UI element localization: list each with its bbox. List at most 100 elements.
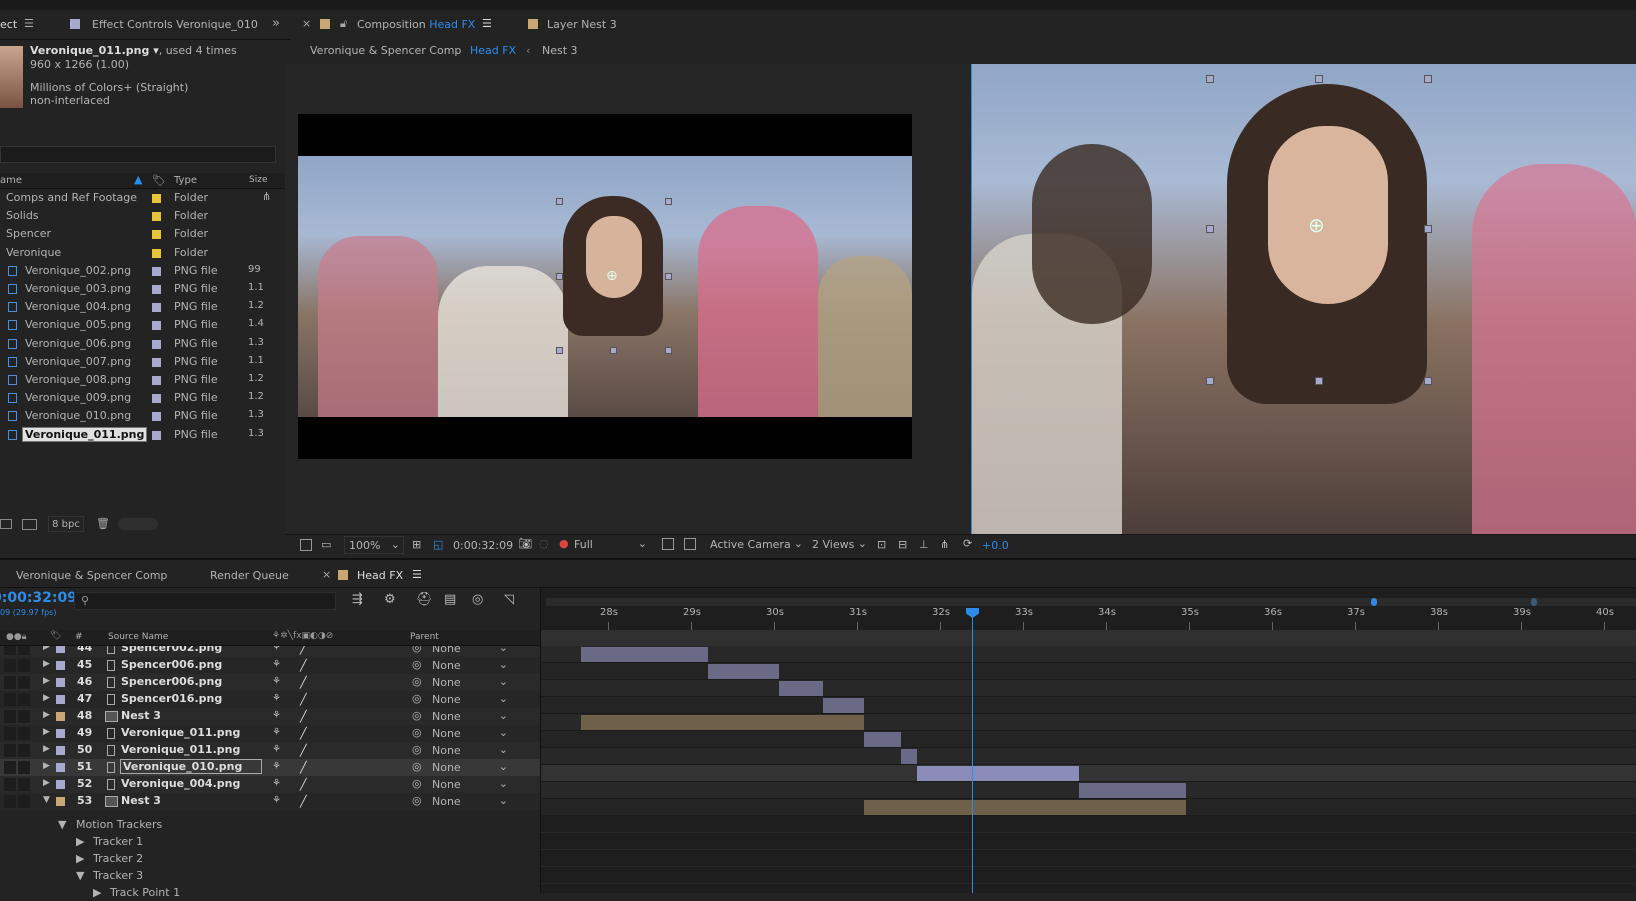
twirl-open-icon[interactable]: ▼ bbox=[76, 869, 84, 882]
label-swatch-icon[interactable] bbox=[56, 780, 65, 789]
layer-duration-bar[interactable] bbox=[864, 732, 901, 747]
pick-whip-icon[interactable]: ◎ bbox=[412, 794, 422, 807]
viewer-timecode[interactable]: 0:00:32:09 bbox=[453, 539, 513, 552]
transform-handle[interactable] bbox=[556, 198, 563, 205]
project-item[interactable]: Spencer Folder bbox=[0, 225, 285, 243]
label-swatch-icon[interactable] bbox=[152, 321, 161, 331]
comp-mini-flowchart-icon[interactable]: ⇶ bbox=[352, 592, 363, 607]
label-swatch-icon[interactable] bbox=[152, 412, 161, 422]
frame-blending-icon[interactable]: ▤ bbox=[444, 592, 456, 607]
shy-icon[interactable]: ⚘ bbox=[272, 761, 281, 772]
visibility-toggle[interactable] bbox=[4, 744, 16, 757]
work-area-bar[interactable] bbox=[541, 630, 1636, 646]
property-row[interactable]: ▶ Track Point 1 bbox=[0, 884, 540, 901]
pick-whip-icon[interactable]: ◎ bbox=[412, 709, 422, 722]
pick-whip-icon[interactable]: ◎ bbox=[412, 743, 422, 756]
left-view-frame[interactable]: ⊕ bbox=[298, 114, 912, 459]
column-type[interactable]: Type bbox=[174, 175, 197, 186]
navigator-handle[interactable] bbox=[1371, 598, 1377, 606]
parent-dropdown[interactable]: None ⌄ bbox=[430, 726, 512, 741]
label-swatch-icon[interactable] bbox=[152, 266, 161, 276]
label-swatch-icon[interactable] bbox=[152, 376, 161, 385]
transform-handle[interactable] bbox=[1424, 75, 1432, 83]
color-channel-icon[interactable]: ● bbox=[559, 537, 569, 550]
lock-toggle[interactable] bbox=[18, 795, 30, 808]
layer-duration-bar[interactable] bbox=[901, 749, 917, 764]
project-item[interactable]: Veronique_009.png PNG file 1.2 bbox=[0, 389, 285, 407]
project-item[interactable]: Veronique_010.png PNG file 1.3 bbox=[0, 407, 285, 425]
flowchart-icon[interactable]: ⋔ bbox=[940, 538, 949, 551]
column-num[interactable]: # bbox=[75, 632, 83, 642]
close-icon[interactable]: × bbox=[322, 568, 331, 581]
layer-duration-bar[interactable] bbox=[779, 681, 823, 696]
twirl-closed-icon[interactable]: ▶ bbox=[43, 727, 50, 737]
breadcrumb-item-current[interactable]: Head FX bbox=[470, 44, 516, 57]
transform-handle[interactable] bbox=[1424, 377, 1432, 385]
reset-exposure-icon[interactable]: ⊥ bbox=[919, 538, 929, 551]
parent-dropdown[interactable]: None ⌄ bbox=[430, 658, 512, 673]
quality-icon[interactable]: ╱ bbox=[300, 676, 307, 689]
shy-icon[interactable]: ⚘ bbox=[272, 744, 281, 755]
label-swatch-icon[interactable] bbox=[152, 285, 161, 294]
project-item[interactable]: Veronique_005.png PNG file 1.4 bbox=[0, 316, 285, 334]
twirl-closed-icon[interactable]: ▶ bbox=[43, 778, 50, 788]
visibility-toggle[interactable] bbox=[4, 795, 16, 808]
visibility-toggle[interactable] bbox=[4, 778, 16, 791]
layer-duration-bar[interactable] bbox=[581, 715, 864, 730]
shy-icon[interactable]: ⚘ bbox=[272, 693, 281, 704]
property-row[interactable]: ▶ Tracker 1 bbox=[0, 833, 540, 850]
lock-toggle[interactable] bbox=[18, 659, 30, 672]
twirl-closed-icon[interactable]: ▶ bbox=[43, 710, 50, 720]
parent-dropdown[interactable]: None ⌄ bbox=[430, 646, 512, 656]
project-item[interactable]: Veronique_004.png PNG file 1.2 bbox=[0, 298, 285, 316]
transform-handle[interactable] bbox=[1424, 225, 1432, 233]
layer-row[interactable]: ▶ 46 Spencer006.png ⚘ ╱ ◎ None ⌄ bbox=[0, 674, 540, 691]
navigator-handle[interactable] bbox=[1531, 598, 1537, 606]
shy-icon[interactable]: ⚘ bbox=[272, 778, 281, 789]
folder-icon[interactable] bbox=[0, 519, 12, 529]
parent-dropdown[interactable]: None ⌄ bbox=[430, 692, 512, 707]
layer-duration-bar[interactable] bbox=[864, 800, 1186, 815]
tab-project[interactable]: ect bbox=[0, 18, 17, 31]
layer-row[interactable]: ▼ 53 Nest 3 ⚘ ╱ ◎ None ⌄ bbox=[0, 793, 540, 810]
camera-dropdown[interactable]: Active Camera ⌄ bbox=[706, 536, 806, 554]
label-swatch-icon[interactable] bbox=[152, 303, 161, 313]
pick-whip-icon[interactable]: ◎ bbox=[412, 646, 422, 654]
twirl-closed-icon[interactable]: ▶ bbox=[43, 646, 50, 652]
transparency-grid-icon[interactable] bbox=[684, 538, 696, 550]
twirl-closed-icon[interactable]: ▶ bbox=[43, 693, 50, 703]
label-swatch-icon[interactable] bbox=[56, 712, 65, 721]
anchor-point-icon[interactable]: ⊕ bbox=[606, 268, 618, 284]
project-item[interactable]: Veronique_008.png PNG file 1.2 bbox=[0, 371, 285, 389]
zoom-dropdown[interactable]: 100% ⌄ bbox=[344, 536, 404, 554]
pick-whip-icon[interactable]: ◎ bbox=[412, 760, 422, 773]
flowchart-icon[interactable]: ⋔ bbox=[262, 190, 271, 203]
comp-flowchart-icon[interactable]: ⊟ bbox=[898, 538, 907, 551]
visibility-toggle[interactable] bbox=[4, 676, 16, 689]
parent-dropdown[interactable]: None ⌄ bbox=[430, 777, 512, 792]
project-search-input[interactable] bbox=[0, 146, 276, 163]
twirl-closed-icon[interactable]: ▶ bbox=[43, 744, 50, 754]
project-item[interactable]: Veronique_011.png PNG file 1.3 bbox=[0, 426, 285, 444]
always-preview-icon[interactable] bbox=[300, 539, 312, 551]
region-icon[interactable]: ⊞ bbox=[412, 538, 421, 551]
anchor-point-icon[interactable]: ⊕ bbox=[1308, 213, 1325, 237]
trash-icon[interactable]: 🗑︎ bbox=[96, 517, 110, 530]
draft-3d-icon[interactable]: ⚙ bbox=[384, 592, 396, 607]
quality-icon[interactable]: ╱ bbox=[300, 693, 307, 706]
sort-ascending-icon[interactable]: ▲ bbox=[134, 173, 142, 186]
twirl-open-icon[interactable]: ▼ bbox=[43, 795, 50, 805]
time-ruler[interactable]: 28s 29s 30s 31s 32s 33s 34s 35s 36s 37s 38s 39s 40s bbox=[541, 606, 1636, 630]
shy-icon[interactable]: ⚘ bbox=[272, 646, 281, 653]
transform-handle[interactable] bbox=[1206, 225, 1214, 233]
timeline-search-input[interactable]: ⚲ bbox=[74, 592, 336, 610]
tab-veronique-spencer-comp[interactable]: Veronique & Spencer Comp bbox=[16, 569, 167, 582]
property-row[interactable]: ▼ Motion Trackers bbox=[0, 816, 540, 833]
lock-toggle[interactable] bbox=[18, 727, 30, 740]
tab-composition[interactable]: Composition Head FX bbox=[357, 18, 475, 31]
twirl-closed-icon[interactable]: ▶ bbox=[76, 835, 84, 848]
quality-icon[interactable]: ╱ bbox=[300, 659, 307, 672]
views-dropdown[interactable]: 2 Views ⌄ bbox=[808, 536, 870, 554]
transform-handle[interactable] bbox=[665, 273, 672, 280]
parent-dropdown[interactable]: None ⌄ bbox=[430, 794, 512, 809]
